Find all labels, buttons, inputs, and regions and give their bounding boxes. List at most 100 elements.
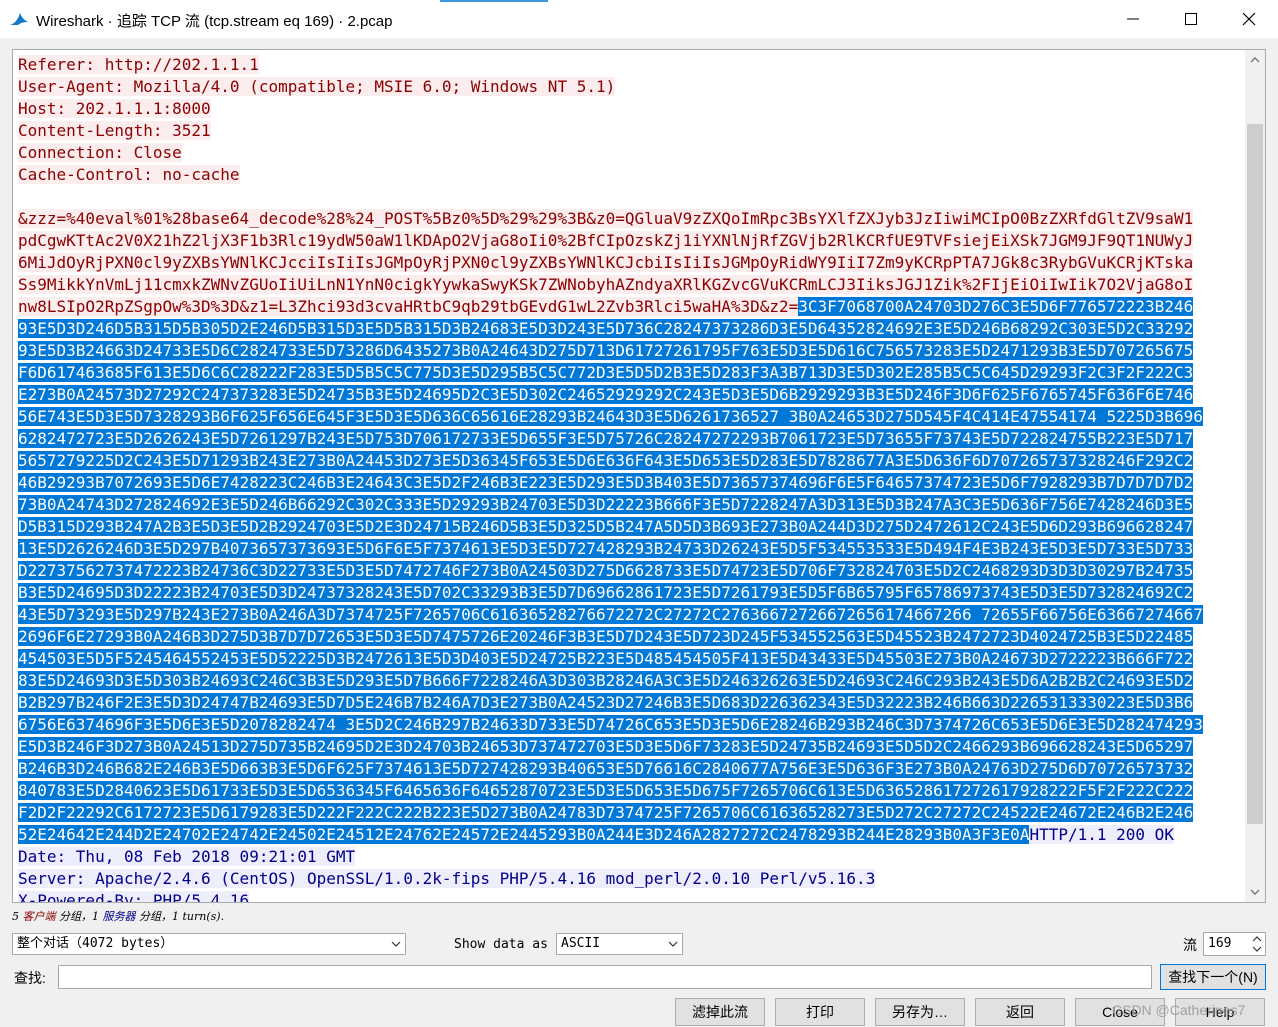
stream-line: 93E5D3B24663D24733E5D6C2824733E5D73286D6… xyxy=(18,340,1240,362)
selected-text: 93E5D3D246D5B315D5B305D2E246D5B315D3E5D5… xyxy=(18,319,1194,338)
maximize-icon xyxy=(1185,13,1197,25)
stream-line: E5D3B246F3D273B0A24513D275D735B24695D2E3… xyxy=(18,736,1240,758)
selected-text: 2696F6E27293B0A246B3D275D3B7D7D72653E5D3… xyxy=(18,627,1194,646)
client-text: User-Agent: Mozilla/4.0 (compatible; MSI… xyxy=(18,77,616,96)
show-data-label: Show data as xyxy=(454,937,548,952)
stream-line: E273B0A24573D27292C247373283E5D24735B3E5… xyxy=(18,384,1240,406)
minimize-button[interactable] xyxy=(1104,0,1162,38)
client-text: Content-Length: 3521 xyxy=(18,121,211,140)
save-as-button[interactable]: 另存为… xyxy=(875,998,965,1026)
selected-text: 3C3F7068700A24703D276C3E5D6F776572223B24… xyxy=(798,297,1194,316)
selected-text: 93E5D3B24663D24733E5D6C2824733E5D73286D6… xyxy=(18,341,1194,360)
stream-line: 5657279225D2C243E5D71293B243E273B0A24453… xyxy=(18,450,1240,472)
close-icon xyxy=(1242,12,1256,26)
client-text: pdCgwKTtAc2V0X21hZ2ljX3F1b3Rlc19ydW50aW1… xyxy=(18,231,1194,250)
server-text: Server: Apache/2.4.6 (CentOS) OpenSSL/1.… xyxy=(18,869,876,888)
stream-line: Cache-Control: no-cache xyxy=(18,164,1240,186)
selected-text: 6282472723E5D2626243E5D7261297B243E5D753… xyxy=(18,429,1194,448)
stream-line: 454503E5D5F5245464552453E5D52225D3B24726… xyxy=(18,648,1240,670)
selected-text: F2D2F22292C6172723E5D6179283E5D222F222C2… xyxy=(18,803,1194,822)
scroll-down-button[interactable] xyxy=(1245,882,1265,902)
stream-text-area[interactable]: Referer: http://202.1.1.1 User-Agent: Moz… xyxy=(12,49,1266,903)
stream-line: 46B29293B7072693E5D6E7428223C246B3E24643… xyxy=(18,472,1240,494)
client-text: Referer: http://202.1.1.1 xyxy=(18,55,259,74)
chevron-down-icon xyxy=(1250,889,1260,895)
stream-line: Connection: Close xyxy=(18,142,1240,164)
chevron-down-icon xyxy=(391,941,401,947)
stream-line: 6756E6374696F3E5D6E3E5D2078282474 3E5D2C… xyxy=(18,714,1240,736)
window-title: Wireshark · 追踪 TCP 流 (tcp.stream eq 169)… xyxy=(36,13,393,30)
back-button[interactable]: 返回 xyxy=(975,998,1065,1026)
spin-up-icon[interactable] xyxy=(1250,934,1264,944)
stream-line: &zzz=%40eval%01%28base64_decode%28%24_PO… xyxy=(18,208,1240,230)
selected-text: B246B3D246B682E246B3E5D663B3E5D6F625F737… xyxy=(18,759,1194,778)
client-text: &zzz=%40eval%01%28base64_decode%28%24_PO… xyxy=(18,209,1194,228)
chevron-down-icon xyxy=(668,941,678,947)
stream-line: nw8LSIpO2RpZSgpOw%3D%3D&z1=L3Zhci93d3cva… xyxy=(18,296,1240,318)
stats-text: 分组，1 xyxy=(55,910,103,923)
stream-line: Date: Thu, 08 Feb 2018 09:21:01 GMT xyxy=(18,846,1240,868)
selected-text: 840783E5D2840623E5D61733E5D3E5D6536345F6… xyxy=(18,781,1194,800)
selected-text: 52E24642E244D2E24702E24742E24502E24512E2… xyxy=(18,825,1030,844)
stream-line: B246B3D246B682E246B3E5D663B3E5D6F625F737… xyxy=(18,758,1240,780)
find-input[interactable] xyxy=(58,965,1152,989)
stats-text: 分组，1 turn(s). xyxy=(135,910,225,923)
stream-line: Ss9MikkYnVmLj11cmxkZWNvZGUoIiUiLnN1YnN0c… xyxy=(18,274,1240,296)
watermark: CSDN @Catherines7 xyxy=(1112,1002,1246,1018)
selected-text: 13E5D2626246D3E5D297B4073657373693E5D6F6… xyxy=(18,539,1194,558)
stream-line: D22737562737472223B24736C3D22733E5D3E5D7… xyxy=(18,560,1240,582)
client-text: Cache-Control: no-cache xyxy=(18,165,240,184)
scroll-up-button[interactable] xyxy=(1245,50,1265,70)
wireshark-fin-icon xyxy=(10,13,28,25)
stream-line: B2B297B246F2E3E5D3D24747B24693E5D7D5E246… xyxy=(18,692,1240,714)
stream-line: 73B0A24743D272824692E3E5D246B66292C302C3… xyxy=(18,494,1240,516)
close-window-button[interactable] xyxy=(1220,0,1278,38)
find-next-button[interactable]: 查找下一个(N) xyxy=(1160,964,1266,990)
client-text: Connection: Close xyxy=(18,143,182,162)
client-text: 6MiJdOyRjPXN0cl9yZXBsYWNlKCJcciIsIiIsJGM… xyxy=(18,253,1194,272)
client-text: Host: 202.1.1.1:8000 xyxy=(18,99,211,118)
selected-text: 6756E6374696F3E5D6E3E5D2078282474 3E5D2C… xyxy=(18,715,1203,734)
stream-number-value: 169 xyxy=(1208,936,1232,951)
chevron-up-icon xyxy=(1250,57,1260,63)
encoding-select[interactable]: ASCII xyxy=(556,933,683,955)
stream-line: X-Powered-By: PHP/5.4.16 xyxy=(18,890,1240,902)
server-text: Date: Thu, 08 Feb 2018 09:21:01 GMT xyxy=(18,847,356,866)
spin-down-icon[interactable] xyxy=(1250,944,1264,954)
stream-line: 6282472723E5D2626243E5D7261297B243E5D753… xyxy=(18,428,1240,450)
stream-content[interactable]: Referer: http://202.1.1.1 User-Agent: Moz… xyxy=(18,54,1240,902)
stream-number-spinbox[interactable]: 169 xyxy=(1203,932,1266,956)
find-label: 查找: xyxy=(14,970,46,986)
stream-line: F2D2F22292C6172723E5D6179283E5D222F222C2… xyxy=(18,802,1240,824)
stream-line: pdCgwKTtAc2V0X21hZ2ljX3F1b3Rlc19ydW50aW1… xyxy=(18,230,1240,252)
filter-out-button[interactable]: 滤掉此流 xyxy=(675,998,765,1026)
stream-line: Referer: http://202.1.1.1 xyxy=(18,54,1240,76)
maximize-button[interactable] xyxy=(1162,0,1220,38)
server-text: X-Powered-By: PHP/5.4.16 xyxy=(18,891,250,902)
selected-text: 454503E5D5F5245464552453E5D52225D3B24726… xyxy=(18,649,1194,668)
conversation-select[interactable]: 整个对话（4072 bytes） xyxy=(12,933,406,955)
stream-line: 840783E5D2840623E5D61733E5D3E5D6536345F6… xyxy=(18,780,1240,802)
stream-line: B3E5D24695D3D22223B24703E5D3D24737328243… xyxy=(18,582,1240,604)
selected-text: 5657279225D2C243E5D71293B243E273B0A24453… xyxy=(18,451,1194,470)
selected-text: 83E5D24693D3E5D303B24693C246C3B3E5D293E5… xyxy=(18,671,1194,690)
server-text: HTTP/1.1 200 OK xyxy=(1029,825,1174,844)
client-text: nw8LSIpO2RpZSgpOw%3D%3D&z1=L3Zhci93d3cva… xyxy=(18,297,799,316)
selected-text: F6D617463685F613E5D6C6C28222F283E5D5B5C5… xyxy=(18,363,1194,382)
stream-line: Content-Length: 3521 xyxy=(18,120,1240,142)
stream-line: 56E743E5D3E5D7328293B6F625F656E645F3E5D3… xyxy=(18,406,1240,428)
selected-text: B3E5D24695D3D22223B24703E5D3D24737328243… xyxy=(18,583,1194,602)
client-text: Ss9MikkYnVmLj11cmxkZWNvZGUoIiUiLnN1YnN0c… xyxy=(18,275,1194,294)
stream-line: 93E5D3D246D5B315D5B305D2E246D5B315D3E5D5… xyxy=(18,318,1240,340)
encoding-select-value: ASCII xyxy=(561,936,601,951)
print-button[interactable]: 打印 xyxy=(775,998,865,1026)
vertical-scrollbar[interactable] xyxy=(1245,50,1265,902)
scrollbar-thumb[interactable] xyxy=(1247,124,1263,824)
selected-text: 43E5D73293E5D297B243E273B0A246A3D7374725… xyxy=(18,605,1203,624)
minimize-icon xyxy=(1127,18,1139,20)
packet-stats: 5 客户端 分组，1 服务器 分组，1 turn(s). xyxy=(12,908,224,924)
stream-line: D5B315D293B247A2B3E5D3E5D2B2924703E5D2E3… xyxy=(18,516,1240,538)
conversation-select-value: 整个对话（4072 bytes） xyxy=(17,936,174,951)
selected-text: B2B297B246F2E3E5D3D24747B24693E5D7D5E246… xyxy=(18,693,1194,712)
